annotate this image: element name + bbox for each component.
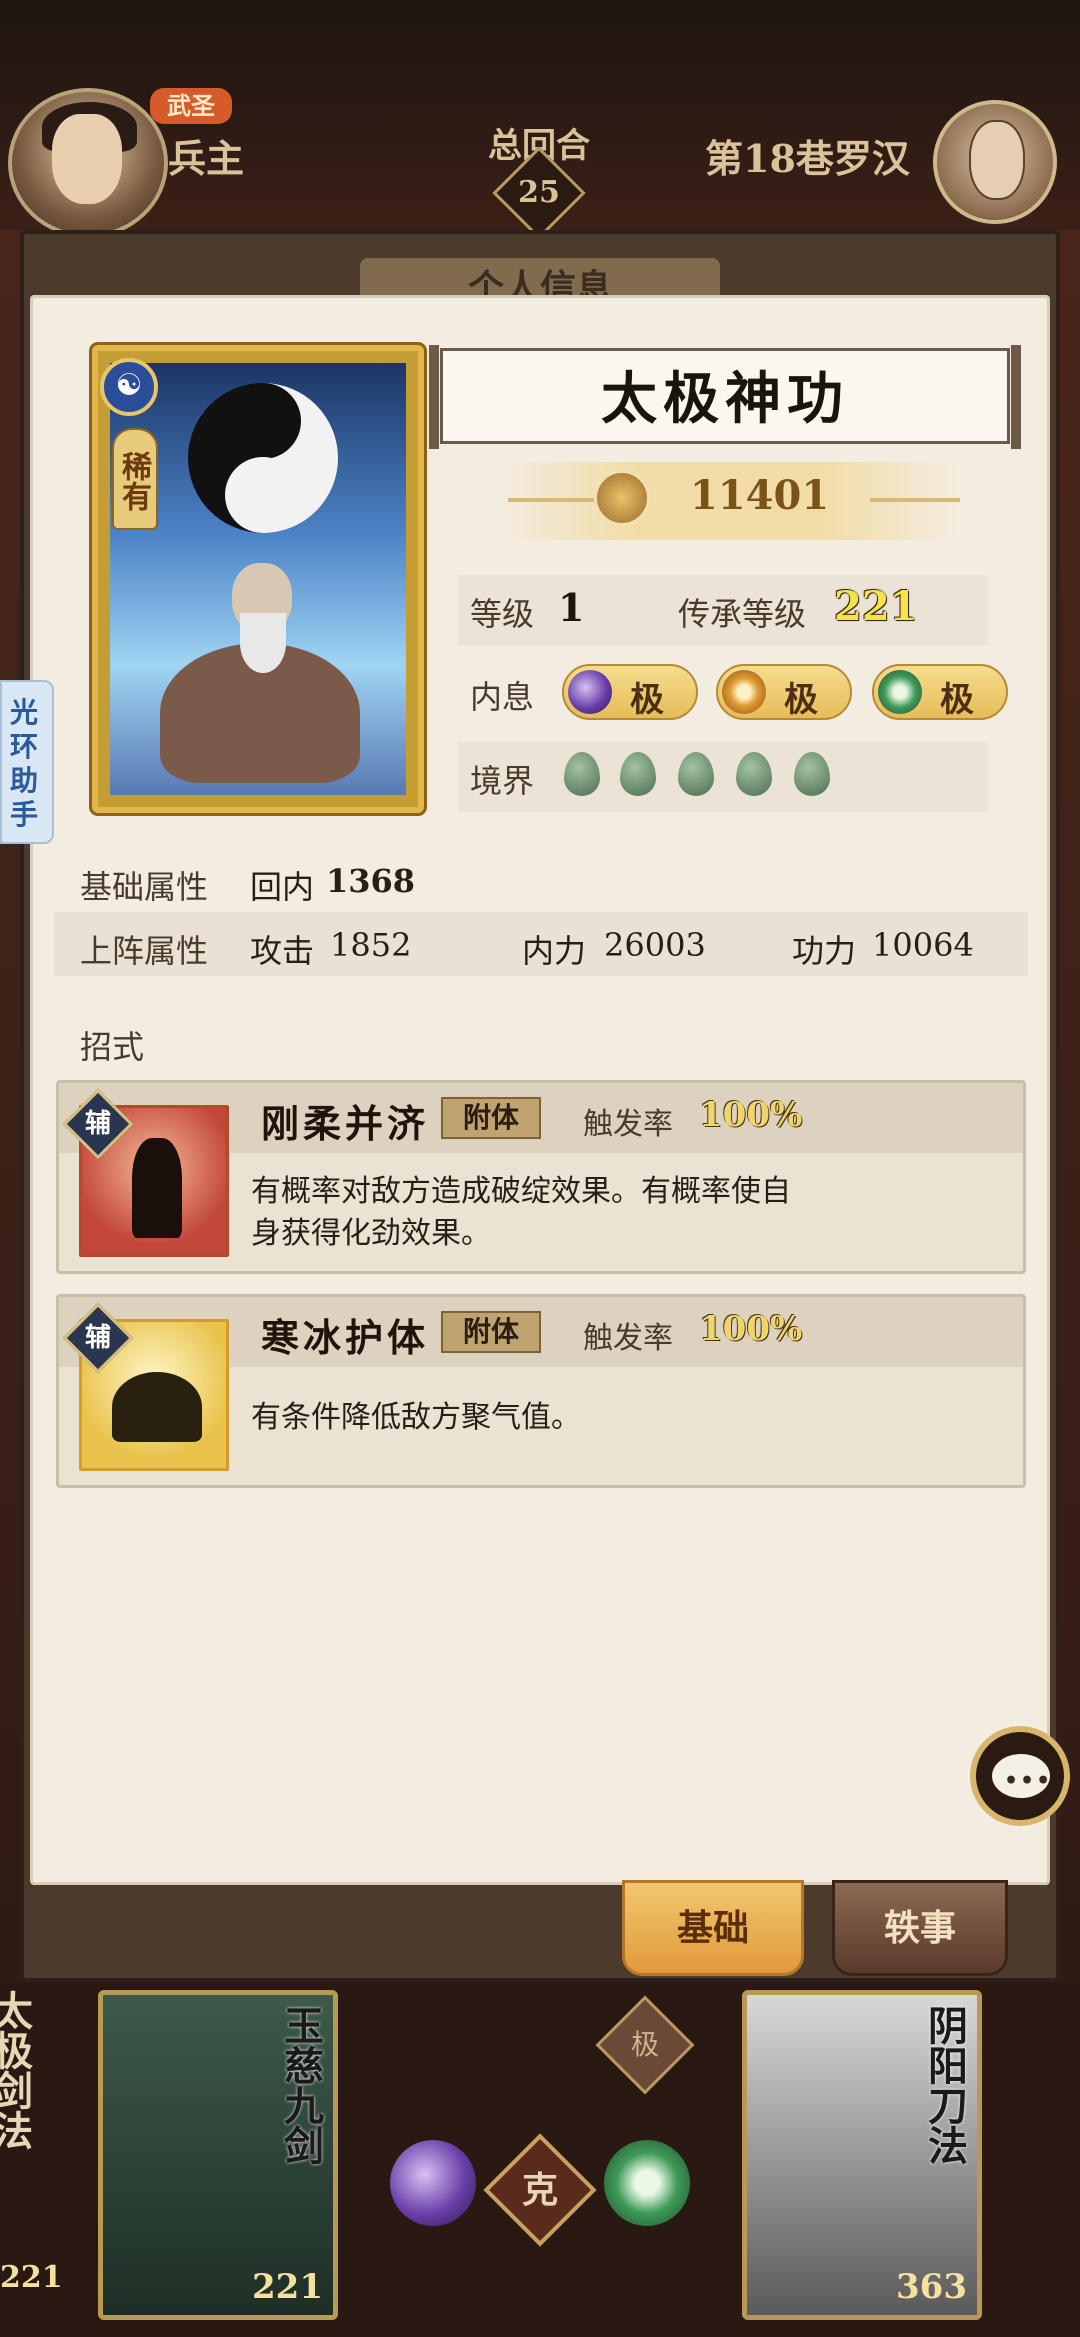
neixi-grade: 极 xyxy=(940,680,974,720)
move-type: 辅 xyxy=(84,1109,111,1139)
master-beard xyxy=(240,613,286,673)
opponent-face xyxy=(969,120,1025,200)
grade-mark-text: 极 xyxy=(630,2028,659,2061)
base-attr-label: 基础属性 xyxy=(80,868,209,906)
attack-key: 攻击 xyxy=(250,932,315,970)
neixi-label: 内息 xyxy=(470,678,535,716)
power-value: 11401 xyxy=(690,472,830,519)
left-card-stub-level: 221 xyxy=(0,2260,63,2295)
title-frame: 太极神功 xyxy=(429,345,1021,449)
round-number: 25 xyxy=(518,175,560,210)
player-avatar[interactable] xyxy=(8,88,168,238)
purple-neixi-orb-icon xyxy=(390,2140,476,2226)
player-title-badge: 武圣 xyxy=(150,88,232,124)
battle-attribute-row: 上阵属性 攻击 1852 内力 26003 功力 10064 xyxy=(54,912,1028,976)
skill-power-value: 10064 xyxy=(872,926,974,964)
realm-drop-icon xyxy=(620,752,656,796)
realm-drop-icon xyxy=(678,752,714,796)
move-type: 辅 xyxy=(84,1323,111,1353)
battle-card-left[interactable]: 玉慈九剑 221 xyxy=(98,1990,338,2320)
trigger-rate-value: 100% xyxy=(699,1095,803,1135)
inherit-level-value: 221 xyxy=(834,583,918,630)
tab-anecdote[interactable]: 轶事 xyxy=(832,1880,1008,1976)
halo-assistant-tab[interactable]: 光环助手 xyxy=(0,680,54,844)
trigger-rate-label: 触发率 xyxy=(583,1321,673,1356)
realm-drop-icon xyxy=(564,752,600,796)
level-value: 1 xyxy=(558,585,585,630)
move-description: 有概率对敌方造成破绽效果。有概率使自 身获得化劲效果。 xyxy=(251,1171,911,1255)
chat-button[interactable]: ••• xyxy=(970,1726,1070,1826)
opponent-name: 第18巷罗汉 xyxy=(705,136,910,181)
ornament-right xyxy=(870,498,960,502)
inner-key: 内力 xyxy=(522,932,587,970)
move-name: 刚柔并济 xyxy=(261,1101,430,1146)
inherit-level-label: 传承等级 xyxy=(678,595,807,633)
move-desc-line: 身获得化劲效果。 xyxy=(251,1216,491,1251)
moves-label: 招式 xyxy=(80,1028,145,1066)
level-label: 等级 xyxy=(470,595,535,633)
inner-value: 26003 xyxy=(604,926,706,964)
realm-label: 境界 xyxy=(470,762,535,800)
neixi-slot-3[interactable]: 极 xyxy=(872,664,1008,720)
orange-orb-icon xyxy=(722,670,766,714)
move-desc-line: 有条件降低敌方聚气值。 xyxy=(251,1400,581,1435)
move-item[interactable]: 辅 刚柔并济 附体 触发率 100% 有概率对敌方造成破绽效果。有概率使自 身获… xyxy=(56,1080,1026,1274)
avatar-face xyxy=(52,114,122,204)
battle-card-title: 玉慈九剑 xyxy=(277,2005,324,2165)
realm-drop-icon xyxy=(794,752,830,796)
trigger-rate-value: 100% xyxy=(699,1309,803,1349)
move-description: 有条件降低敌方聚气值。 xyxy=(251,1397,911,1439)
move-desc-line: 有概率对敌方造成破绽效果。有概率使自 xyxy=(251,1174,791,1209)
battle-card-level: 363 xyxy=(896,2267,967,2307)
green-orb-icon xyxy=(878,670,922,714)
skill-title: 太极神功 xyxy=(601,366,849,432)
neixi-slot-1[interactable]: 极 xyxy=(562,664,698,720)
left-card-stub-title: 太极剑法 xyxy=(0,1990,33,2150)
move-item[interactable]: 辅 寒冰护体 附体 触发率 100% 有条件降低敌方聚气值。 xyxy=(56,1294,1026,1488)
yinyang-icon xyxy=(188,383,338,533)
base-attr-key: 回内 xyxy=(250,868,315,906)
chat-dots-icon: ••• xyxy=(1004,1768,1053,1794)
fighter-silhouette xyxy=(112,1372,202,1442)
purple-orb-icon xyxy=(568,670,612,714)
sword-power-icon xyxy=(594,470,650,526)
trigger-rate-label: 触发率 xyxy=(583,1107,673,1142)
neixi-grade: 极 xyxy=(630,680,664,720)
neixi-slot-2[interactable]: 极 xyxy=(716,664,852,720)
neixi-grade: 极 xyxy=(784,680,818,720)
base-attr-value: 1368 xyxy=(326,862,416,900)
skill-power-key: 功力 xyxy=(792,932,857,970)
realm-drop-icon xyxy=(736,752,772,796)
player-name: 兵主 xyxy=(168,136,245,181)
taiji-school-icon: ☯ xyxy=(100,358,158,416)
battle-card-title: 阴阳刀法 xyxy=(921,2005,968,2165)
level-row: 等级 1 传承等级 221 xyxy=(458,575,988,645)
ornament-left xyxy=(508,498,598,502)
move-name: 寒冰护体 xyxy=(261,1315,430,1360)
halo-assistant-label: 光环助手 xyxy=(10,696,39,831)
battle-attr-label: 上阵属性 xyxy=(80,932,209,970)
fighter-silhouette xyxy=(132,1138,182,1238)
taoist-master-figure xyxy=(150,563,370,783)
tab-basic[interactable]: 基础 xyxy=(622,1880,804,1976)
counter-mark-text: 克 xyxy=(521,2169,558,2211)
skill-card[interactable] xyxy=(92,345,424,813)
move-attach-tag: 附体 xyxy=(441,1097,541,1139)
card-artwork xyxy=(110,363,406,795)
opponent-avatar[interactable] xyxy=(933,100,1057,224)
battle-card-right[interactable]: 阴阳刀法 363 xyxy=(742,1990,982,2320)
base-attribute-row: 基础属性 回内 1368 xyxy=(54,848,1028,912)
green-neixi-orb-icon xyxy=(604,2140,690,2226)
move-attach-tag: 附体 xyxy=(441,1311,541,1353)
rarity-badge: 稀有 xyxy=(112,428,158,530)
realm-row: 境界 xyxy=(458,742,988,812)
battle-card-level: 221 xyxy=(252,2267,323,2307)
attack-value: 1852 xyxy=(330,926,412,964)
